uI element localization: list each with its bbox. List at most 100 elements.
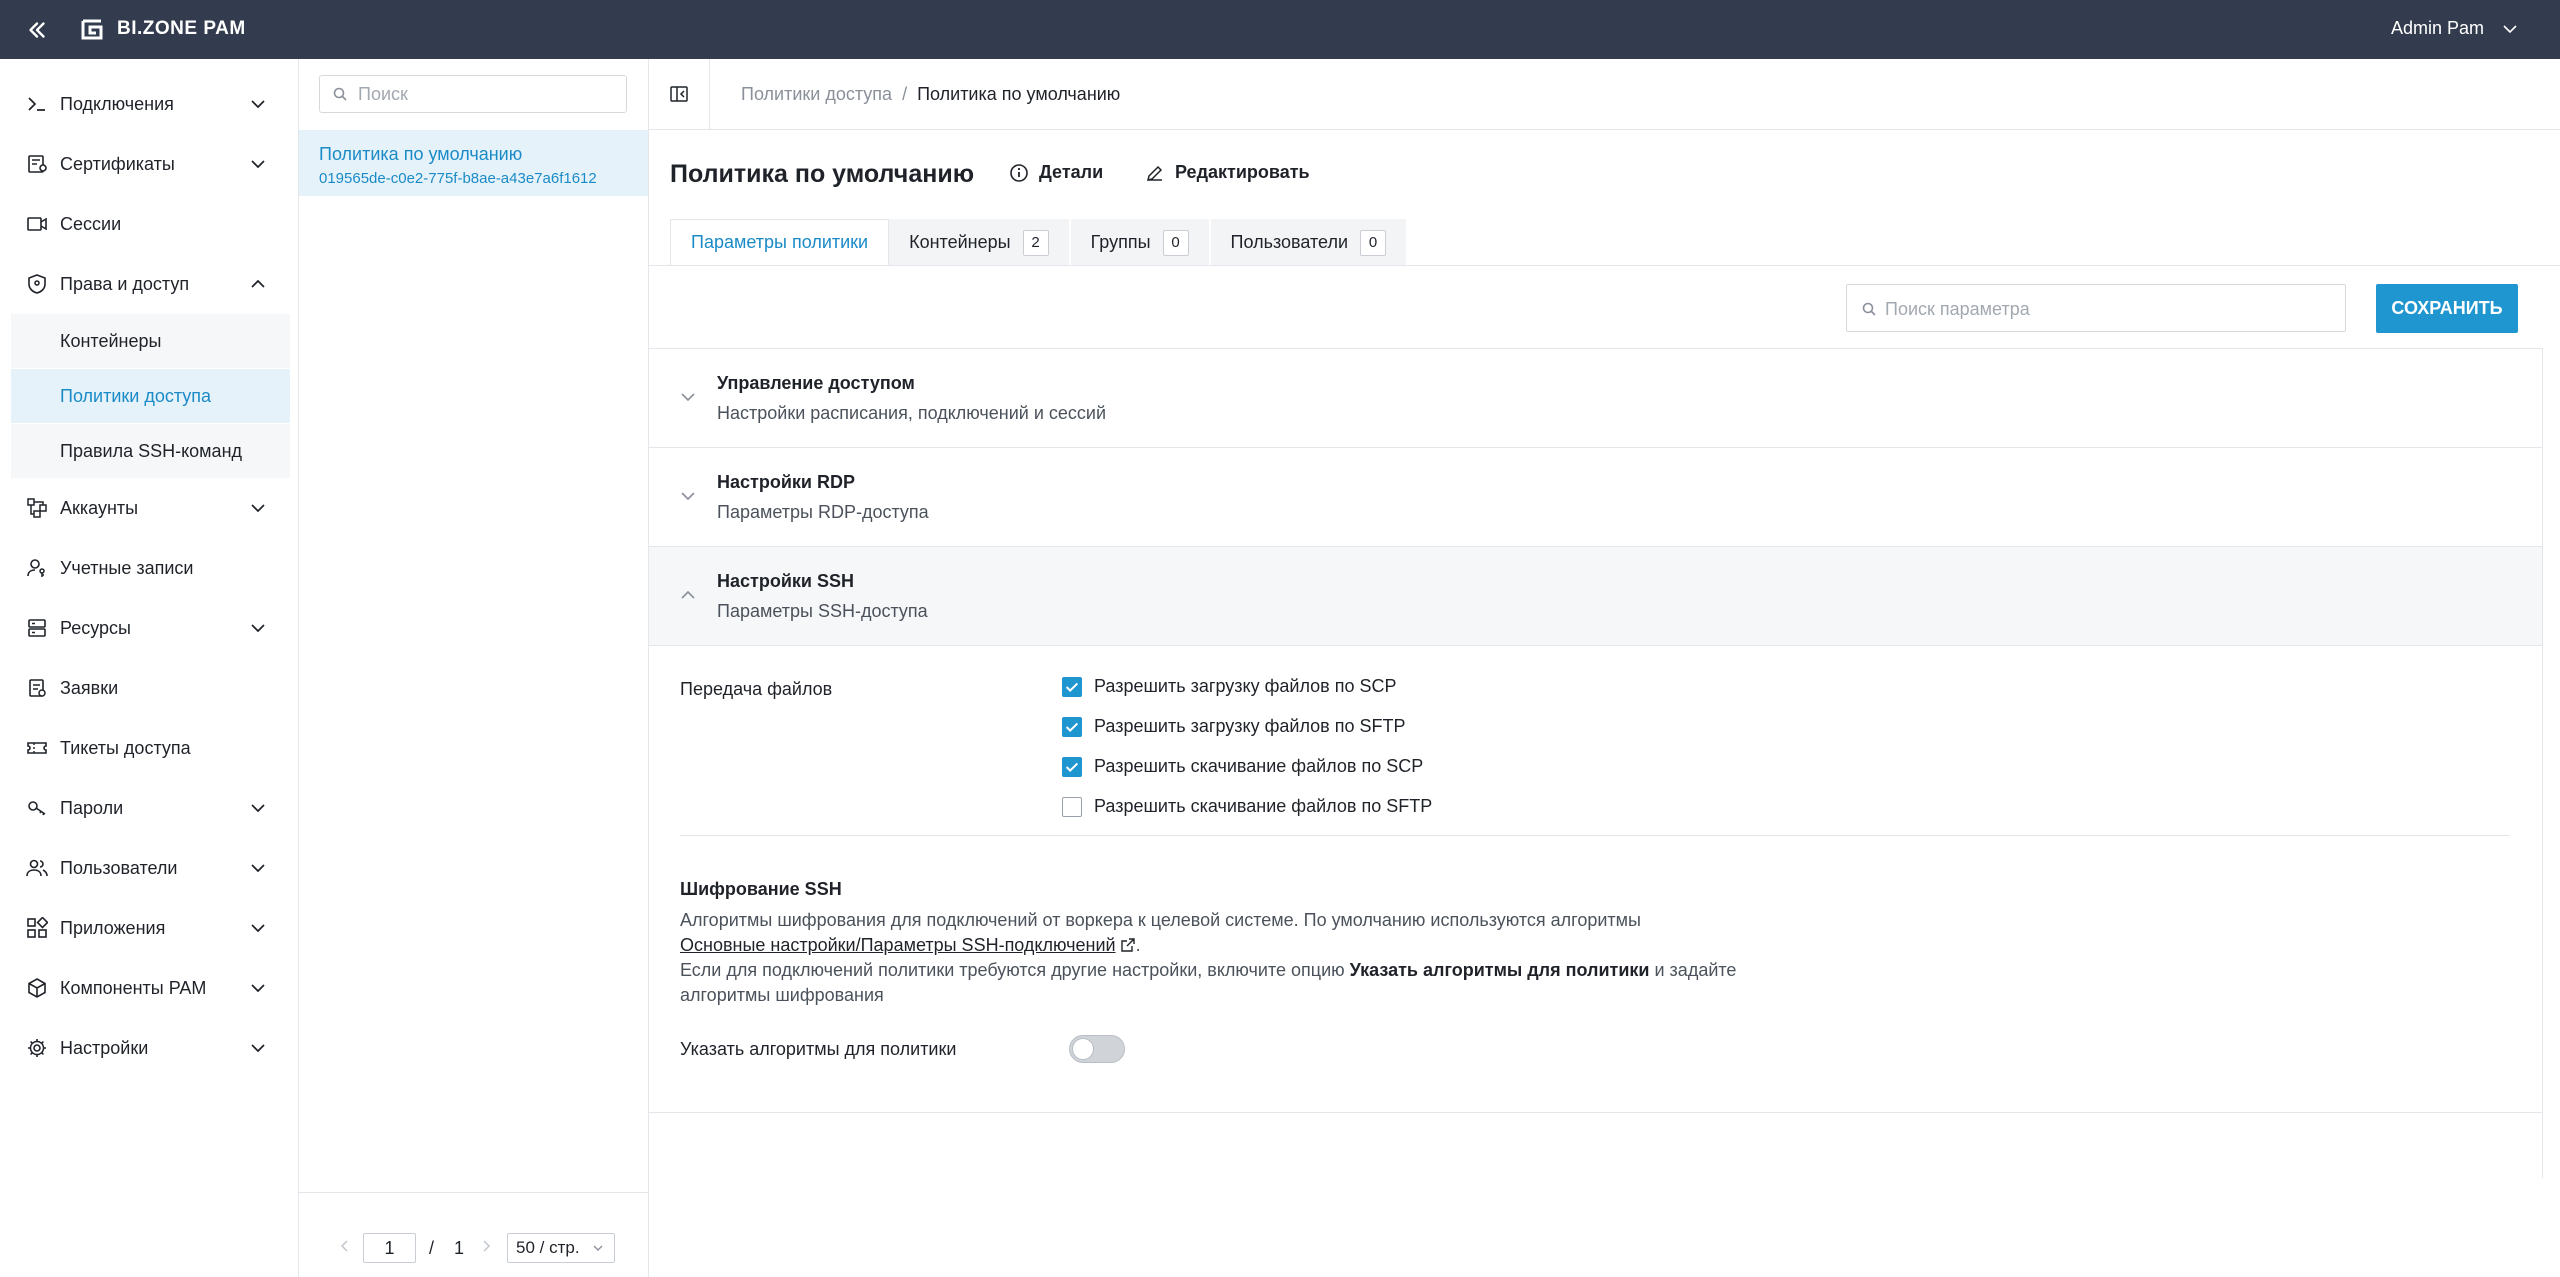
checkbox-upload-sftp[interactable]: Разрешить загрузку файлов по SFTP	[1062, 716, 1406, 737]
sidebar-item-label: Пароли	[60, 797, 124, 818]
chevron-down-icon	[251, 804, 265, 813]
page-title: Политика по умолчанию	[670, 160, 975, 188]
toggle-knob	[1072, 1038, 1094, 1060]
sidebar-subitem-access-policies[interactable]: Политики доступа	[11, 369, 290, 423]
checkbox-label: Разрешить загрузку файлов по SFTP	[1094, 716, 1406, 736]
sidebar-item-label: Правила SSH-команд	[60, 440, 243, 461]
tab-containers[interactable]: Контейнеры 2	[889, 219, 1071, 266]
policy-search-input[interactable]	[358, 82, 618, 106]
brand-mark-icon	[81, 19, 103, 40]
sidebar-item-rights-access[interactable]: Права и доступ	[0, 257, 299, 311]
sidebar-item-certificates[interactable]: Сертификаты	[0, 137, 299, 191]
sidebar-item-label: Учетные записи	[60, 557, 194, 578]
sidebar-item-resources[interactable]: Ресурсы	[0, 601, 299, 655]
sidebar-item-sessions[interactable]: Сессии	[0, 197, 299, 251]
request-icon	[29, 679, 46, 697]
chevron-down-icon	[251, 924, 265, 933]
checkbox-download-sftp[interactable]: Разрешить скачивание файлов по SFTP	[1062, 796, 1432, 817]
shield-icon	[28, 274, 46, 294]
policy-search[interactable]	[319, 75, 627, 113]
checkbox[interactable]	[1062, 756, 1082, 777]
checkbox-upload-scp[interactable]: Разрешить загрузку файлов по SCP	[1062, 676, 1397, 697]
section-title: Настройки RDP	[717, 472, 855, 492]
user-key-icon	[27, 559, 45, 577]
sidebar-item-access-tickets[interactable]: Тикеты доступа	[0, 721, 299, 775]
certificate-icon	[28, 155, 47, 173]
checkbox-label: Разрешить скачивание файлов по SFTP	[1094, 796, 1433, 816]
divider	[709, 59, 710, 129]
sidebar-item-passwords[interactable]: Пароли	[0, 781, 299, 835]
user-name: Admin Pam	[2390, 18, 2484, 38]
tab-policy-params[interactable]: Параметры политики	[670, 219, 890, 266]
checkbox-download-scp[interactable]: Разрешить скачивание файлов по SCP	[1062, 756, 1423, 777]
sidebar-item-user-records[interactable]: Учетные записи	[0, 541, 299, 595]
enc-line-3-text: Если для подключений политики требуются …	[680, 960, 1350, 980]
tab-label: Группы	[1090, 232, 1151, 252]
page-size-select[interactable]: 50 / стр.	[507, 1233, 615, 1263]
tab-count-badge: 0	[1162, 229, 1189, 256]
collapse-sidebar-icon[interactable]	[24, 17, 50, 43]
ssh-settings-link[interactable]: Основные настройки/Параметры SSH-подключ…	[680, 935, 1116, 955]
user-menu[interactable]: Admin Pam	[2391, 18, 2518, 39]
session-video-icon	[27, 217, 47, 231]
specify-algorithms-toggle[interactable]	[1069, 1035, 1125, 1063]
sidebar-item-pam-components[interactable]: Компоненты PAM	[0, 961, 299, 1015]
chevron-down-icon	[681, 492, 695, 501]
section-rdp-settings[interactable]: Настройки RDP Параметры RDP-доступа	[649, 447, 2542, 546]
sidebar-item-label: Приложения	[60, 917, 166, 938]
brand-name: BI.ZONE PAM	[117, 18, 246, 39]
sidebar-item-requests[interactable]: Заявки	[0, 661, 299, 715]
sidebar-item-connections[interactable]: Подключения	[0, 77, 299, 131]
param-search-input[interactable]	[1885, 297, 2335, 321]
chevron-down-icon	[251, 624, 265, 633]
next-page-icon[interactable]	[479, 1239, 493, 1253]
chevron-down-icon	[251, 160, 265, 169]
save-button[interactable]: СОХРАНИТЬ	[2376, 284, 2518, 333]
sidebar-item-applications[interactable]: Приложения	[0, 901, 299, 955]
edit-button[interactable]: Редактировать	[1145, 162, 1310, 183]
gear-icon	[28, 1039, 46, 1057]
enc-line-1: Алгоритмы шифрования для подключений от …	[680, 910, 1641, 930]
policy-id: 019565de-c0e2-775f-b8ae-a43e7a6f1612	[319, 170, 597, 187]
enc-line-2: Основные настройки/Параметры SSH-подключ…	[680, 933, 1740, 958]
scrollbar[interactable]	[2542, 348, 2560, 1178]
param-search[interactable]	[1846, 284, 2346, 332]
toggle-panel-icon[interactable]	[669, 84, 689, 104]
prev-page-icon[interactable]	[338, 1239, 352, 1253]
tab-users[interactable]: Пользователи 0	[1210, 219, 1409, 266]
sidebar-item-users[interactable]: Пользователи	[0, 841, 299, 895]
page-total: 1	[454, 1238, 465, 1258]
ssh-encryption-title: Шифрование SSH	[680, 879, 842, 899]
checkbox[interactable]	[1062, 676, 1082, 697]
section-ssh-settings[interactable]: Настройки SSH Параметры SSH-доступа	[649, 546, 2542, 645]
sidebar: Подключения Сертификаты Сессии Права и д…	[0, 59, 299, 1277]
breadcrumb-parent[interactable]: Политики доступа	[741, 84, 892, 105]
enc-line-4: алгоритмы шифрования	[680, 985, 884, 1005]
chevron-down-icon	[251, 100, 265, 109]
tab-groups[interactable]: Группы 0	[1070, 219, 1211, 266]
enc-link-suffix: .	[1135, 935, 1141, 955]
external-link-icon[interactable]	[1120, 937, 1136, 953]
ticket-icon	[27, 742, 47, 754]
section-access-control[interactable]: Управление доступом Настройки расписания…	[649, 348, 2542, 447]
checkbox[interactable]	[1062, 796, 1082, 817]
page-number-input[interactable]: 1	[363, 1233, 416, 1263]
users-icon	[26, 859, 48, 877]
sidebar-item-label: Ресурсы	[60, 617, 131, 638]
sidebar-item-settings[interactable]: Настройки	[0, 1021, 299, 1075]
tab-label: Пользователи	[1230, 232, 1349, 252]
sidebar-subitem-containers[interactable]: Контейнеры	[11, 314, 290, 368]
file-transfer-label: Передача файлов	[680, 679, 833, 699]
chevron-up-icon	[681, 590, 695, 599]
tab-divider	[649, 265, 2560, 266]
connections-icon	[28, 97, 45, 111]
list-item-policy[interactable]: Политика по умолчанию 019565de-c0e2-775f…	[299, 130, 648, 196]
details-button[interactable]: Детали	[1009, 162, 1103, 183]
checkbox[interactable]	[1062, 716, 1082, 737]
divider	[680, 835, 2510, 836]
tab-label: Контейнеры	[909, 232, 1011, 252]
check-icon	[1065, 722, 1079, 732]
sidebar-item-accounts[interactable]: Аккаунты	[0, 481, 299, 535]
sidebar-subitem-ssh-rules[interactable]: Правила SSH-команд	[11, 424, 290, 478]
info-icon	[1010, 163, 1028, 182]
